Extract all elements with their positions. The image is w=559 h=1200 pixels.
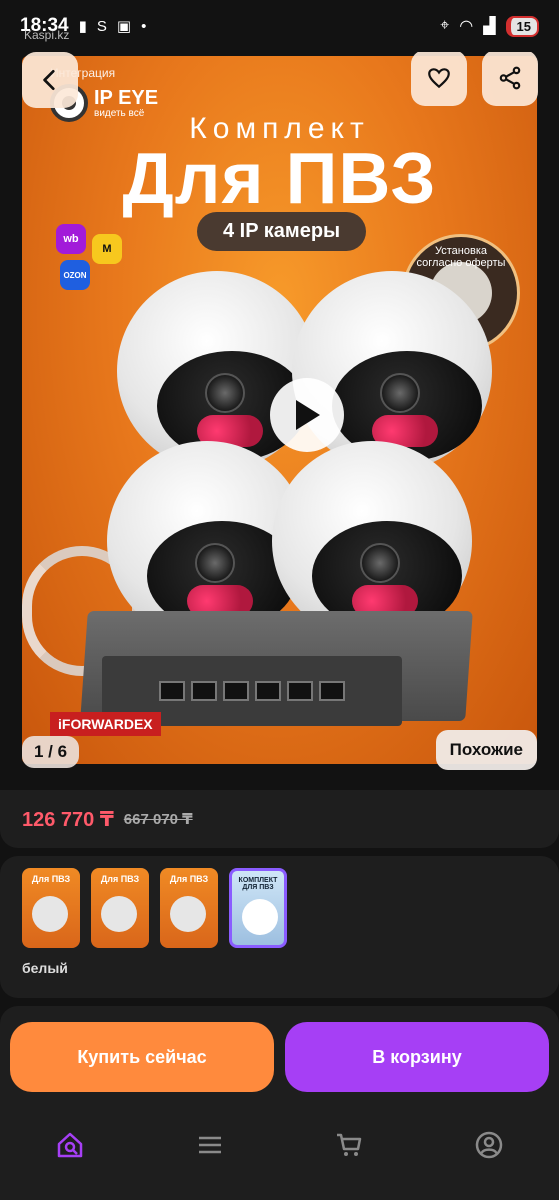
home-search-icon — [57, 1132, 83, 1158]
chevron-left-icon — [43, 69, 55, 91]
wb-badge: wb — [56, 224, 86, 254]
current-price: 126 770 ₸ — [22, 808, 114, 831]
color-label: белый — [22, 960, 68, 976]
product-gallery[interactable]: Интеграция IP EYE видеть всё Комплект Дл… — [0, 52, 559, 782]
buy-now-button[interactable]: Купить сейчас — [10, 1022, 274, 1092]
share-button[interactable] — [482, 52, 538, 106]
status-left-icons: ▮ S ▣ • — [78, 17, 147, 36]
dot-icon: • — [141, 17, 147, 35]
lens-icon — [195, 543, 235, 583]
ozon-badge: OZON — [60, 260, 90, 290]
cart-icon — [337, 1133, 362, 1156]
lens-icon — [205, 373, 245, 413]
add-to-cart-button[interactable]: В корзину — [285, 1022, 549, 1092]
nav-home-search[interactable] — [45, 1120, 95, 1170]
promo-pill: 4 IP камеры — [197, 212, 367, 251]
play-video-button[interactable] — [270, 378, 344, 452]
promo-title-big: Для ПВЗ — [122, 139, 437, 219]
variant-thumbnail[interactable]: Для ПВЗ — [91, 868, 149, 948]
play-icon — [296, 400, 320, 430]
variant-thumbnails: Для ПВЗ Для ПВЗ Для ПВЗ КОМПЛЕКТ ДЛЯ ПВЗ — [22, 868, 537, 948]
variant-thumbnail[interactable]: Для ПВЗ — [22, 868, 80, 948]
heart-icon — [428, 68, 450, 89]
menu-icon — [198, 1136, 221, 1154]
old-price: 667 070 ₸ — [123, 811, 193, 828]
nav-profile[interactable] — [464, 1120, 514, 1170]
yandex-market-badge: M — [92, 234, 122, 264]
lens-icon — [380, 373, 420, 413]
price-card: 126 770 ₸ 667 070 ₸ — [0, 790, 559, 848]
share-icon — [499, 66, 521, 90]
wifi-icon: ◠ — [459, 18, 474, 35]
battery-indicator: 15 — [505, 15, 539, 37]
location-icon: ⌖ — [440, 17, 450, 34]
installation-text: Установка согласно оферты — [416, 245, 506, 269]
image-app-icon: ▣ — [116, 18, 132, 35]
image-counter: 1 / 6 — [22, 736, 80, 768]
signal-icon: ▟ — [483, 18, 496, 35]
variant-thumbnail-selected[interactable]: КОМПЛЕКТ ДЛЯ ПВЗ — [229, 868, 287, 948]
product-image[interactable]: Интеграция IP EYE видеть всё Комплект Дл… — [22, 56, 537, 764]
site-label: Kaspi.kz — [24, 28, 70, 42]
nav-menu[interactable] — [185, 1120, 235, 1170]
lens-icon — [360, 543, 400, 583]
status-right: ⌖ ◠ ▟ 15 — [440, 15, 539, 37]
notification-icon: ▮ — [78, 18, 87, 35]
variant-thumbnail[interactable]: Для ПВЗ — [160, 868, 218, 948]
brand-name: IP EYE — [94, 86, 159, 109]
nav-cart[interactable] — [324, 1120, 374, 1170]
switch-brand-logo: iFORWARDEX — [50, 712, 161, 736]
similar-button[interactable]: Похожие — [435, 730, 537, 770]
variant-selector: Для ПВЗ Для ПВЗ Для ПВЗ КОМПЛЕКТ ДЛЯ ПВЗ… — [0, 856, 559, 998]
bottom-panel: Купить сейчас В корзину — [0, 1006, 559, 1200]
profile-icon — [475, 1131, 503, 1159]
favorite-button[interactable] — [411, 52, 467, 106]
status-bar: 18:34 ▮ S ▣ • ⌖ ◠ ▟ 15 — [0, 0, 559, 52]
back-button[interactable] — [22, 52, 78, 108]
bottom-nav — [0, 1110, 559, 1180]
s-app-icon: S — [96, 17, 107, 35]
